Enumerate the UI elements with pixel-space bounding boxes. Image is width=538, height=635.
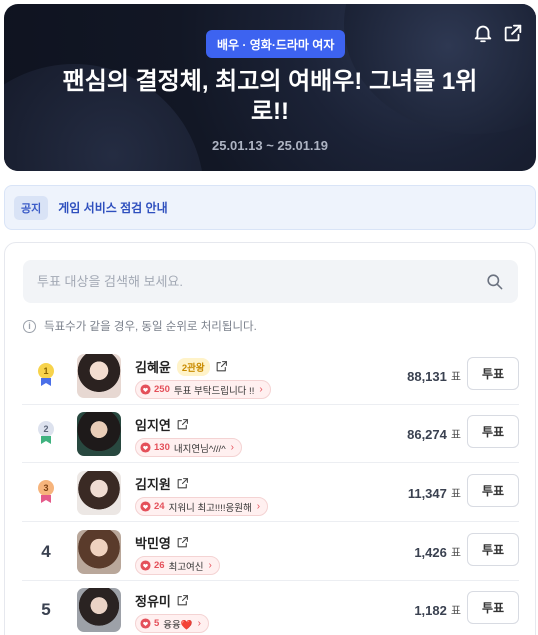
rank-cell: 3 <box>32 464 60 522</box>
info-icon: i <box>23 319 36 333</box>
name-line: 김혜윤 2관왕 <box>135 357 228 376</box>
chevron-right-icon: › <box>259 384 263 395</box>
ranking-row: 5 정유미 5 융융❤️ › 1,182 표 투표 <box>22 581 519 635</box>
vote-count: 86,274 표 <box>407 405 461 463</box>
cheer-count: 24 <box>154 501 165 512</box>
vote-count: 1,426 표 <box>414 523 461 581</box>
candidate-name[interactable]: 정유미 <box>135 591 171 610</box>
search-icon[interactable] <box>485 272 504 291</box>
rank-cell: 5 <box>32 581 60 635</box>
external-link-icon[interactable] <box>176 477 189 490</box>
vote-button[interactable]: 투표 <box>467 533 519 566</box>
search-input[interactable] <box>37 274 477 289</box>
rank-number: 5 <box>41 600 51 619</box>
vote-button[interactable]: 투표 <box>467 415 519 448</box>
external-link-icon[interactable] <box>176 594 189 607</box>
cheer-count: 250 <box>154 384 170 395</box>
event-banner: 배우 · 영화·드라마 여자 팬심의 결정체, 최고의 여배우! 그녀를 1위로… <box>4 4 536 171</box>
search-box <box>23 260 518 303</box>
heart-icon <box>140 618 151 629</box>
notice-bar[interactable]: 공지 게임 서비스 점검 안내 <box>4 185 536 230</box>
event-title: 팬심의 결정체, 최고의 여배우! 그녀를 1위로!! <box>62 68 478 125</box>
heart-icon <box>140 501 151 512</box>
ranking-row: 4 박민영 26 최고여신 › 1,426 표 투표 <box>22 523 519 581</box>
vote-button[interactable]: 투표 <box>467 357 519 390</box>
cheer-message-chip[interactable]: 5 융융❤️ › <box>135 614 209 633</box>
event-date-range: 25.01.13 ~ 25.01.19 <box>211 138 329 153</box>
ranking-row: 2 임지연 130 내지연님^///^ › 86,274 표 투표 <box>22 405 519 463</box>
vote-count: 88,131 표 <box>407 347 461 405</box>
vote-count-value: 88,131 <box>407 368 447 384</box>
rank-medal-icon: 2 <box>38 421 54 447</box>
rank-medal-icon: 3 <box>38 480 54 506</box>
name-line: 박민영 <box>135 533 189 552</box>
cheer-count: 26 <box>154 560 165 571</box>
chevron-right-icon: › <box>256 501 261 512</box>
bell-icon[interactable] <box>472 22 494 44</box>
vote-count-value: 11,347 <box>407 485 447 501</box>
external-link-icon[interactable] <box>215 360 228 373</box>
external-link-icon[interactable] <box>176 536 189 549</box>
vote-count-value: 86,274 <box>407 426 447 442</box>
cheer-message-chip[interactable]: 24 지워니 최고!!!!응원해 › <box>135 497 269 516</box>
heart-icon <box>140 384 151 395</box>
vote-button[interactable]: 투표 <box>467 474 519 507</box>
cheer-message-chip[interactable]: 130 내지연님^///^ › <box>135 438 242 457</box>
cheer-count: 5 <box>154 618 160 629</box>
heart-icon <box>140 560 151 571</box>
info-text: 득표수가 같을 경우, 동일 순위로 처리됩니다. <box>44 321 257 333</box>
vote-unit: 표 <box>450 488 461 500</box>
ranking-row: 1 김혜윤 2관왕 250 투표 부탁드립니다 !! › 88,131 표 투표 <box>22 347 519 405</box>
avatar[interactable] <box>77 588 121 632</box>
candidate-name[interactable]: 임지연 <box>135 415 171 434</box>
vote-button[interactable]: 투표 <box>467 591 519 624</box>
cheer-text: 투표 부탁드립니다 !! <box>173 385 255 397</box>
vote-unit: 표 <box>450 605 461 617</box>
ranking-panel: i 득표수가 같을 경우, 동일 순위로 처리됩니다. 1 김혜윤 2관왕 25… <box>4 242 536 635</box>
vote-count: 11,347 표 <box>408 464 461 522</box>
avatar[interactable] <box>77 412 121 456</box>
avatar[interactable] <box>77 354 121 398</box>
notice-tag: 공지 <box>14 195 49 220</box>
candidate-name[interactable]: 김혜윤 <box>135 357 171 376</box>
chevron-right-icon: › <box>230 442 234 453</box>
vote-count-value: 1,182 <box>414 602 447 618</box>
vote-unit: 표 <box>450 371 461 383</box>
vote-unit: 표 <box>450 547 461 559</box>
cheer-text: 융융❤️ <box>163 619 193 631</box>
rank-cell: 4 <box>32 523 60 581</box>
cheer-message-chip[interactable]: 250 투표 부탁드립니다 !! › <box>135 380 271 399</box>
tie-rule-info: i 득표수가 같을 경우, 동일 순위로 처리됩니다. <box>23 318 257 334</box>
name-line: 임지연 <box>135 415 189 434</box>
name-line: 정유미 <box>135 591 189 610</box>
vote-unit: 표 <box>450 429 461 441</box>
ranking-row: 3 김지원 24 지워니 최고!!!!응원해 › 11,347 표 투표 <box>22 464 519 522</box>
chevron-right-icon: › <box>208 560 212 571</box>
avatar[interactable] <box>77 471 121 515</box>
rank-medal-icon: 1 <box>38 363 54 389</box>
vote-count: 1,182 표 <box>414 581 461 635</box>
category-badge: 배우 · 영화·드라마 여자 <box>206 30 346 58</box>
name-line: 김지원 <box>135 474 189 493</box>
cheer-text: 지워니 최고!!!!응원해 <box>168 502 252 514</box>
cheer-text: 내지연님^///^ <box>173 443 226 455</box>
candidate-name[interactable]: 김지원 <box>135 474 171 493</box>
candidate-name[interactable]: 박민영 <box>135 533 171 552</box>
cheer-text: 최고여신 <box>168 561 204 573</box>
vote-count-value: 1,426 <box>414 544 447 560</box>
heart-icon <box>140 442 151 453</box>
avatar[interactable] <box>77 530 121 574</box>
rank-cell: 1 <box>32 347 60 405</box>
share-icon[interactable] <box>502 22 524 44</box>
notice-text[interactable]: 게임 서비스 점검 안내 <box>58 199 167 216</box>
cheer-message-chip[interactable]: 26 최고여신 › <box>135 556 220 575</box>
rank-number: 4 <box>41 542 51 561</box>
cheer-count: 130 <box>154 442 170 453</box>
consecutive-win-badge: 2관왕 <box>176 357 210 376</box>
rank-cell: 2 <box>32 405 60 463</box>
chevron-right-icon: › <box>197 618 201 629</box>
external-link-icon[interactable] <box>176 418 189 431</box>
